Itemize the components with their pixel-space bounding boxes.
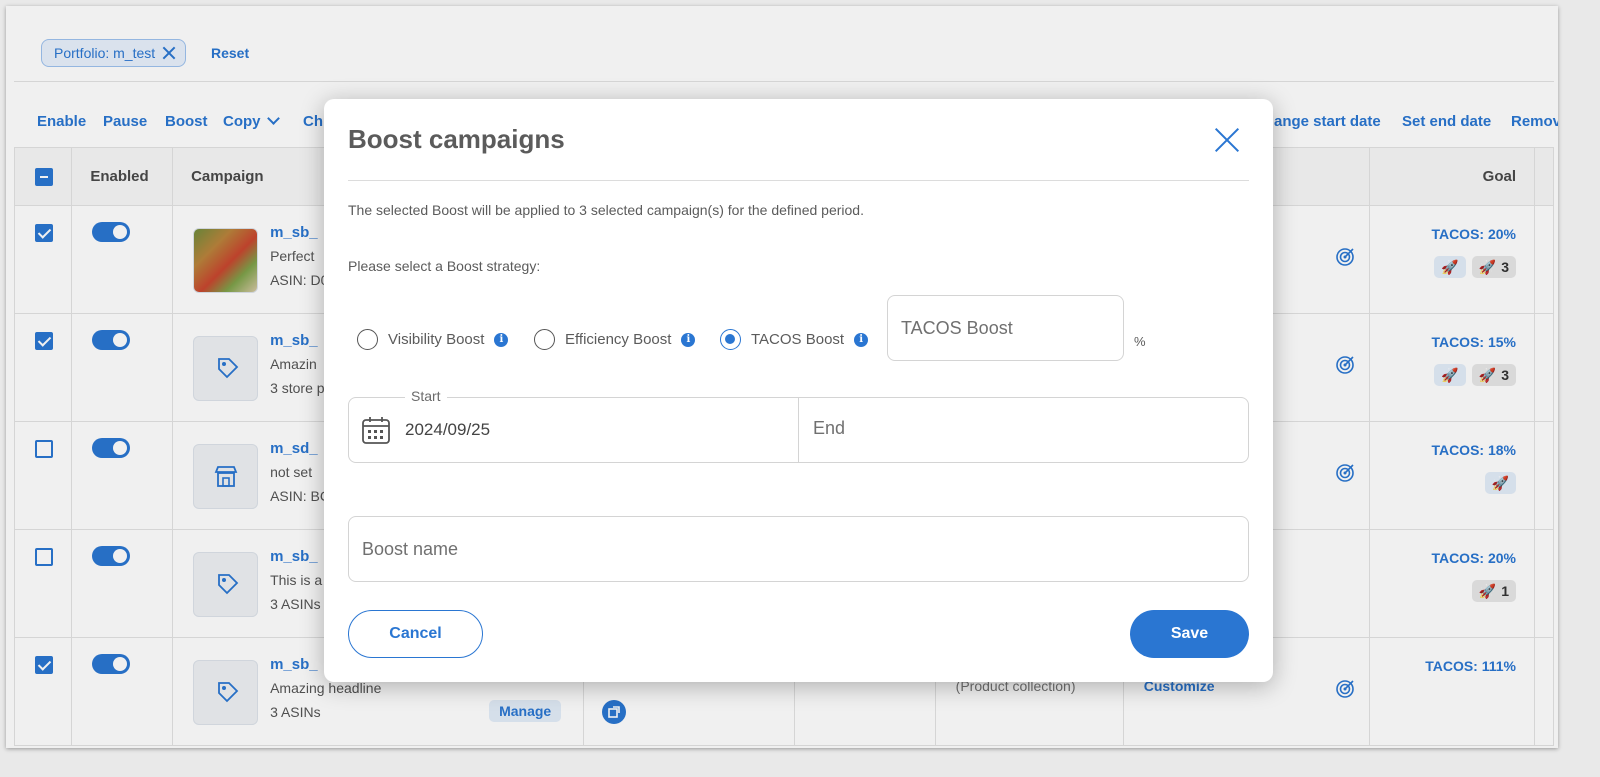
dialog-description: The selected Boost will be applied to 3 … xyxy=(348,202,864,218)
divider xyxy=(798,398,799,462)
tacos-boost-radio[interactable]: TACOS Boost i xyxy=(720,329,869,350)
date-range-field: Start 2024/09/25 End xyxy=(348,388,1249,463)
info-icon[interactable]: i xyxy=(681,332,696,347)
strategy-prompt: Please select a Boost strategy: xyxy=(348,258,541,274)
calendar-icon[interactable] xyxy=(361,415,391,445)
info-icon[interactable]: i xyxy=(854,332,869,347)
tacos-boost-placeholder: TACOS Boost xyxy=(901,317,1013,338)
boost-name-input[interactable]: Boost name xyxy=(348,516,1249,582)
info-icon[interactable]: i xyxy=(494,332,509,347)
radio-circle[interactable] xyxy=(357,329,378,350)
radio-label: Efficiency Boost xyxy=(565,331,672,348)
efficiency-boost-radio[interactable]: Efficiency Boost i xyxy=(534,329,696,350)
visibility-boost-radio[interactable]: Visibility Boost i xyxy=(357,329,509,350)
start-label: Start xyxy=(405,388,447,404)
boost-campaigns-dialog: Boost campaigns The selected Boost will … xyxy=(324,99,1273,682)
tacos-boost-input[interactable]: TACOS Boost xyxy=(887,295,1124,361)
start-date-input[interactable]: 2024/09/25 xyxy=(405,420,490,440)
cancel-button[interactable]: Cancel xyxy=(348,610,483,658)
divider xyxy=(348,180,1249,181)
end-date-input[interactable]: End xyxy=(813,418,845,439)
dialog-title: Boost campaigns xyxy=(348,124,565,154)
close-icon[interactable] xyxy=(1214,127,1240,153)
radio-circle-selected[interactable] xyxy=(720,329,741,350)
radio-label: TACOS Boost xyxy=(751,331,845,348)
boost-name-placeholder: Boost name xyxy=(362,538,459,559)
save-button[interactable]: Save xyxy=(1130,610,1249,658)
percent-unit: % xyxy=(1134,334,1146,349)
radio-circle[interactable] xyxy=(534,329,555,350)
radio-label: Visibility Boost xyxy=(388,331,485,348)
